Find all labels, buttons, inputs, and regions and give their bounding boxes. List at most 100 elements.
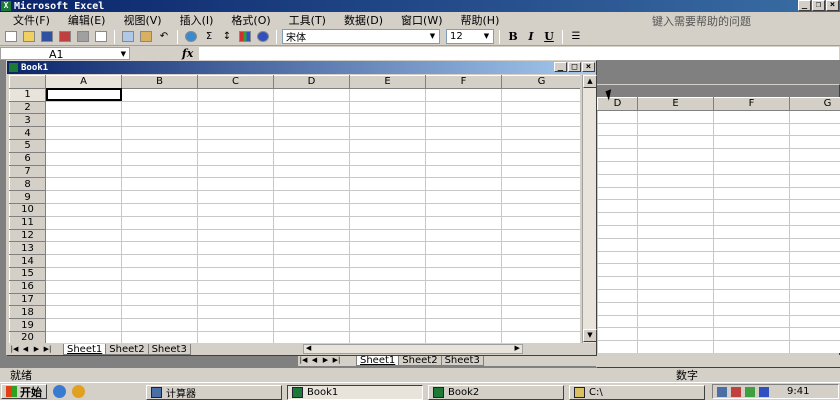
- cell[interactable]: [425, 100, 502, 115]
- cell[interactable]: [349, 87, 426, 102]
- underline-button[interactable]: U: [541, 30, 557, 44]
- row-header[interactable]: 3: [9, 113, 46, 128]
- row-header[interactable]: 20: [9, 330, 46, 343]
- column-header[interactable]: E: [637, 97, 714, 111]
- cell[interactable]: [789, 160, 840, 175]
- volume-icon[interactable]: [745, 386, 755, 397]
- cell[interactable]: [121, 177, 198, 192]
- cell[interactable]: [45, 330, 122, 343]
- cell[interactable]: [501, 126, 580, 140]
- cell[interactable]: [45, 113, 122, 128]
- row-header[interactable]: 1: [9, 87, 46, 102]
- cell[interactable]: [713, 186, 790, 201]
- cell[interactable]: [597, 135, 638, 150]
- minimize-button[interactable]: _: [798, 0, 811, 11]
- cell[interactable]: [789, 263, 840, 278]
- cell[interactable]: [197, 215, 274, 230]
- book1-vertical-scrollbar[interactable]: ▲ ▼: [582, 75, 597, 343]
- cell[interactable]: [713, 122, 790, 137]
- cell[interactable]: [197, 305, 274, 320]
- start-button[interactable]: 开始: [1, 384, 47, 399]
- cell[interactable]: [425, 254, 502, 268]
- task-book1[interactable]: Book1: [287, 385, 423, 400]
- cell[interactable]: [45, 305, 122, 320]
- cell[interactable]: [789, 276, 840, 290]
- undo-icon[interactable]: ↶: [156, 30, 172, 44]
- cell[interactable]: [637, 186, 714, 201]
- book2-tab-sheet1[interactable]: Sheet1: [356, 354, 400, 366]
- align-left-icon[interactable]: ☰: [568, 30, 584, 44]
- cell[interactable]: [501, 177, 580, 192]
- cell[interactable]: [425, 190, 502, 204]
- cell[interactable]: [501, 215, 580, 230]
- last-sheet-icon[interactable]: ▶|: [331, 356, 342, 364]
- cell[interactable]: [501, 202, 580, 217]
- menu-format[interactable]: 格式(O): [222, 12, 279, 28]
- scroll-left-icon[interactable]: ◀: [306, 344, 311, 352]
- cell[interactable]: [273, 202, 350, 217]
- cell[interactable]: [597, 224, 638, 239]
- cell[interactable]: [713, 160, 790, 175]
- cell[interactable]: [597, 314, 638, 329]
- book2-titlebar[interactable]: [597, 85, 839, 97]
- cell[interactable]: [637, 340, 714, 353]
- row-header[interactable]: 6: [9, 151, 46, 166]
- cell[interactable]: [597, 250, 638, 265]
- cell[interactable]: [121, 330, 198, 343]
- cell[interactable]: [197, 151, 274, 166]
- cell[interactable]: [273, 138, 350, 153]
- menu-help[interactable]: 帮助(H): [452, 12, 509, 28]
- cell[interactable]: [121, 228, 198, 243]
- cell[interactable]: [425, 164, 502, 179]
- cell[interactable]: [637, 173, 714, 188]
- book1-restore-button[interactable]: □: [568, 62, 581, 72]
- cell[interactable]: [501, 113, 580, 128]
- font-name-select[interactable]: 宋体 ▼: [282, 29, 440, 44]
- cell[interactable]: [121, 241, 198, 256]
- cell[interactable]: [713, 314, 790, 329]
- cell[interactable]: [713, 224, 790, 239]
- cell[interactable]: [197, 292, 274, 307]
- book1-horizontal-scrollbar[interactable]: ◀ ▶: [302, 344, 523, 354]
- column-header-g[interactable]: G: [501, 75, 580, 89]
- book2-window[interactable]: D E F G: [596, 84, 840, 368]
- cell[interactable]: [637, 135, 714, 150]
- column-header[interactable]: D: [597, 97, 638, 111]
- open-folder-icon[interactable]: [21, 30, 37, 44]
- cell[interactable]: [45, 177, 122, 192]
- column-header-d[interactable]: D: [273, 75, 350, 89]
- cell[interactable]: [425, 305, 502, 320]
- cell[interactable]: [789, 186, 840, 201]
- book2-tab-sheet2[interactable]: Sheet2: [398, 354, 442, 366]
- book2-tab-sheet3[interactable]: Sheet3: [440, 354, 484, 366]
- cell[interactable]: [789, 173, 840, 188]
- cell[interactable]: [789, 237, 840, 252]
- task-explorer[interactable]: C:\: [569, 385, 705, 400]
- cell[interactable]: [713, 212, 790, 226]
- cell[interactable]: [501, 318, 580, 332]
- cell[interactable]: [197, 279, 274, 294]
- cell[interactable]: [597, 276, 638, 290]
- name-box[interactable]: A1 ▼: [0, 46, 130, 61]
- cell[interactable]: [597, 263, 638, 278]
- row-header[interactable]: 12: [9, 228, 46, 243]
- cell[interactable]: [121, 190, 198, 204]
- row-header[interactable]: 10: [9, 202, 46, 217]
- function-icon[interactable]: fx: [182, 47, 193, 60]
- cell[interactable]: [45, 138, 122, 153]
- last-sheet-icon[interactable]: ▶|: [42, 345, 53, 353]
- cell[interactable]: [197, 177, 274, 192]
- italic-button[interactable]: I: [523, 30, 539, 44]
- cell[interactable]: [713, 237, 790, 252]
- cell[interactable]: [789, 148, 840, 162]
- cell[interactable]: [121, 215, 198, 230]
- cell[interactable]: [273, 151, 350, 166]
- row-header[interactable]: 2: [9, 100, 46, 115]
- clock[interactable]: 9:41: [787, 386, 809, 397]
- cell[interactable]: [197, 113, 274, 128]
- cell[interactable]: [425, 318, 502, 332]
- cell[interactable]: [597, 199, 638, 214]
- cell[interactable]: [637, 263, 714, 278]
- cell[interactable]: [425, 151, 502, 166]
- book1-tab-sheet2[interactable]: Sheet2: [105, 343, 149, 355]
